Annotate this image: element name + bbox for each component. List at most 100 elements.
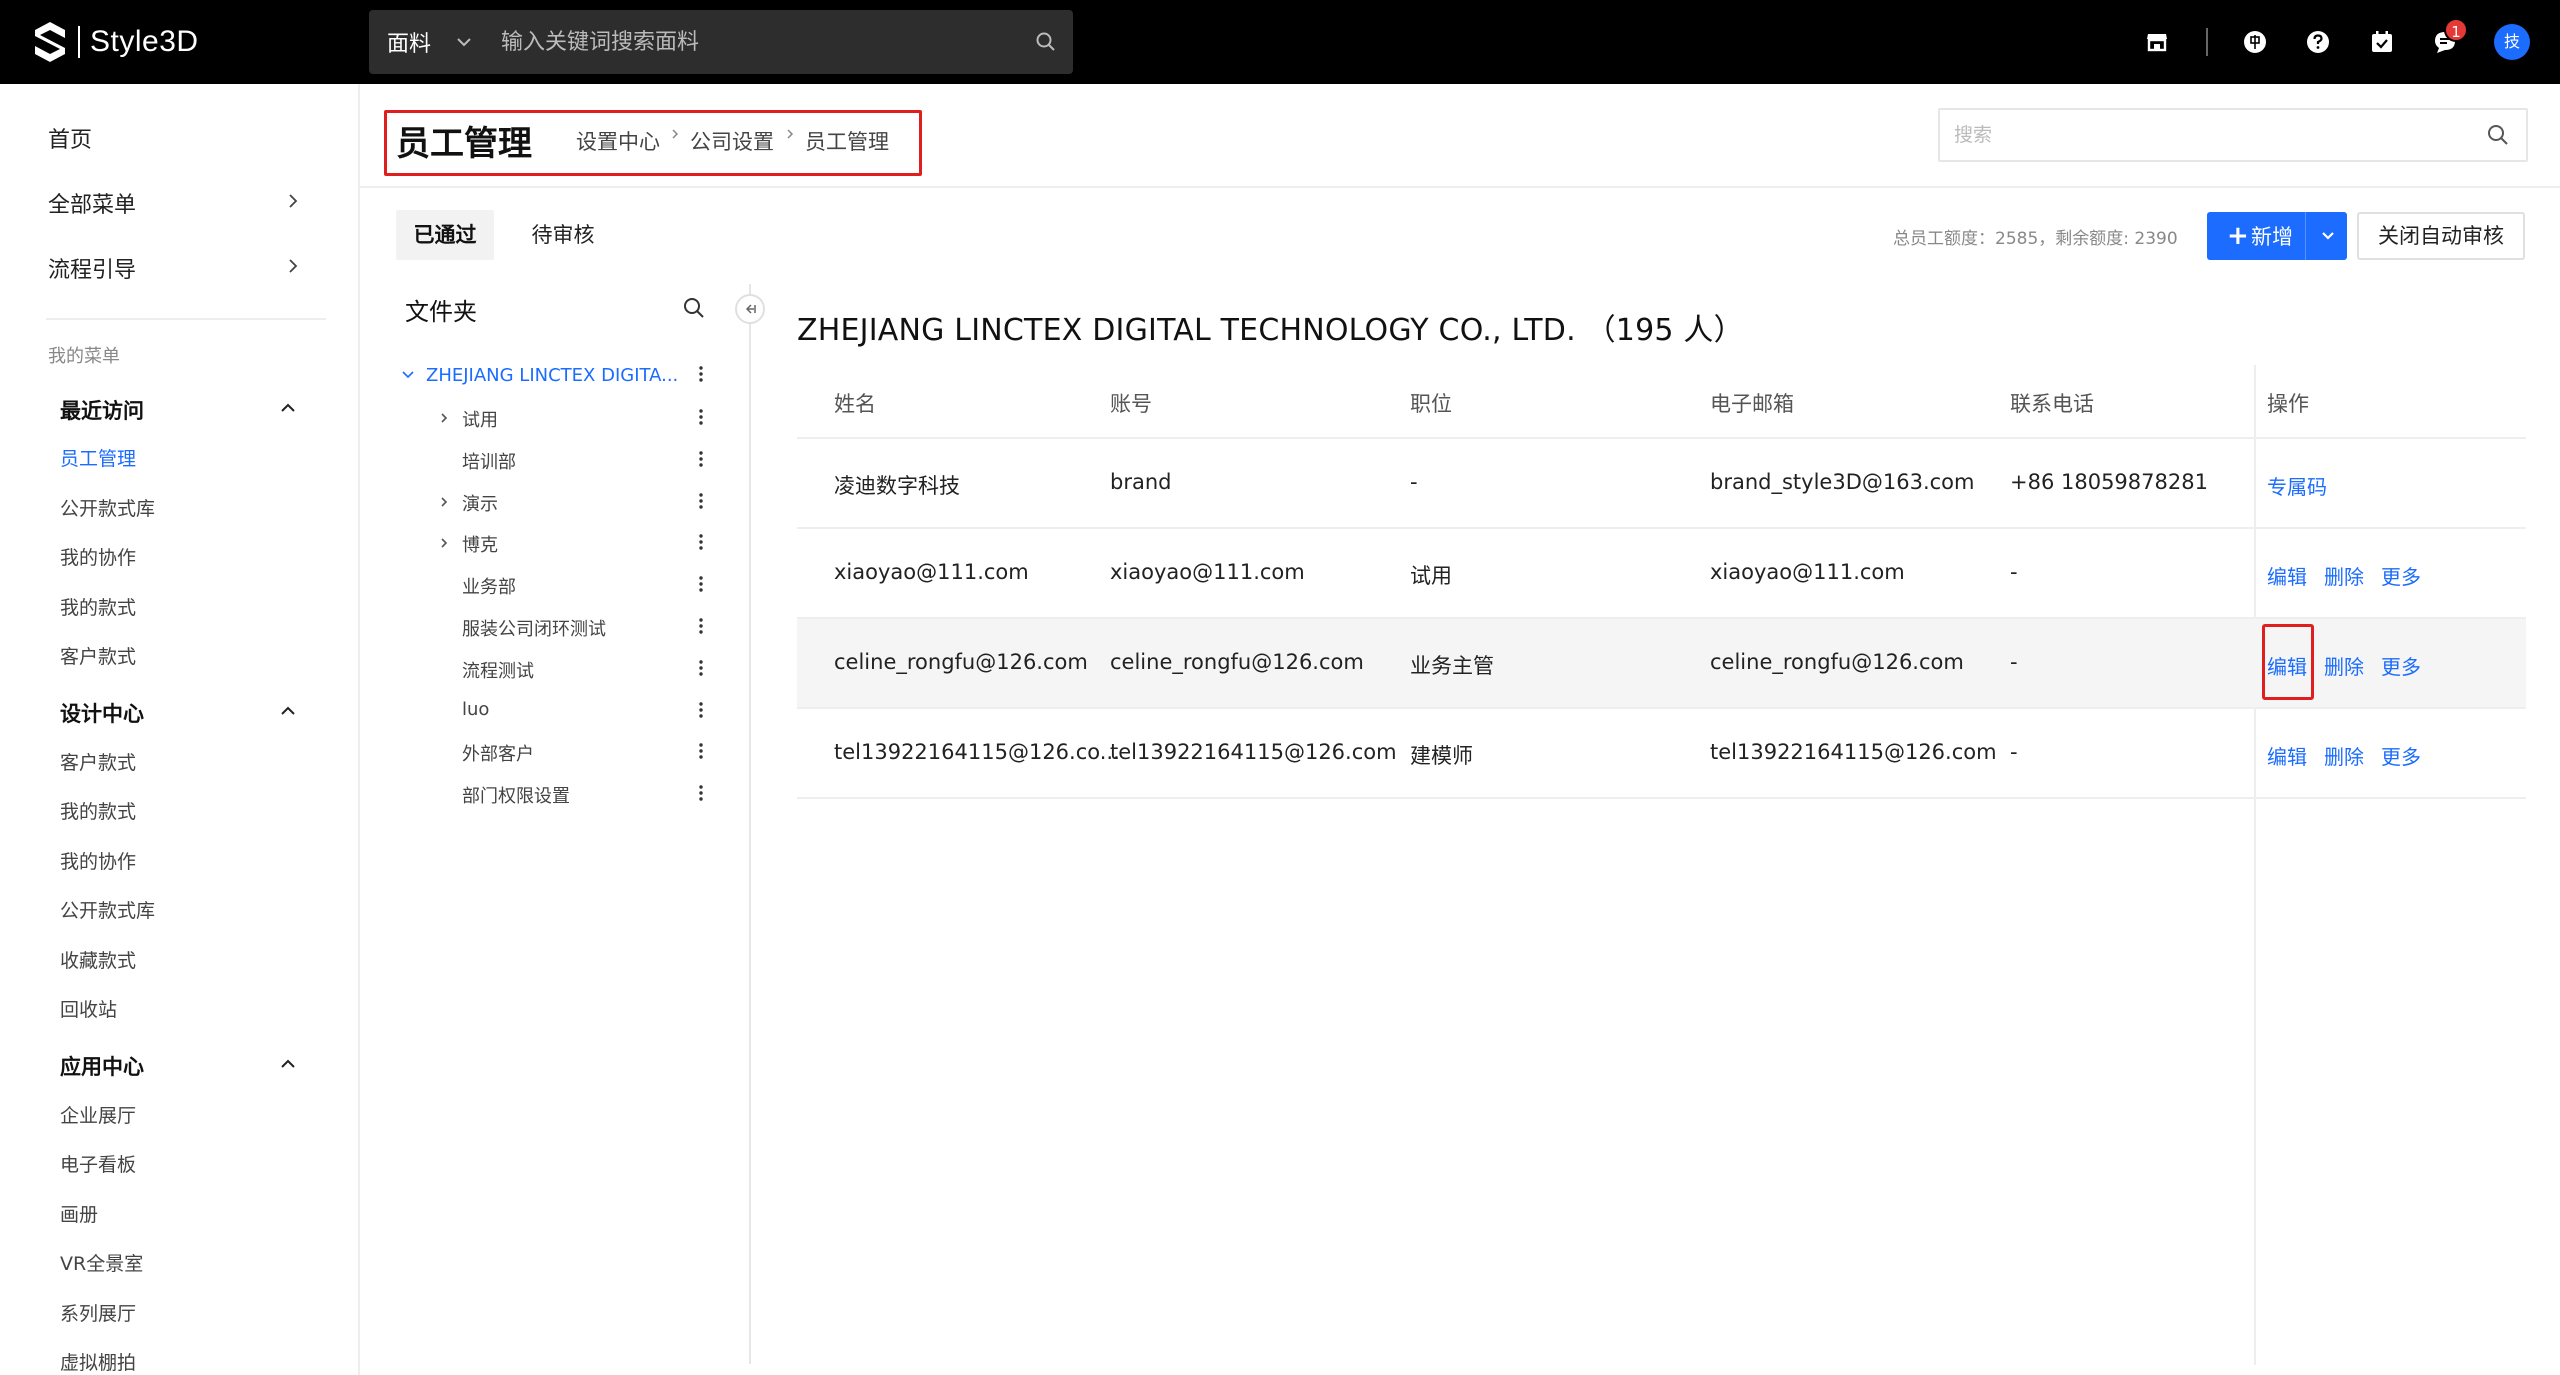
chevron-right-icon[interactable] [438, 537, 450, 549]
sidebar-item-my-styles[interactable]: 我的款式 [60, 593, 136, 620]
chevron-down-icon[interactable] [401, 368, 415, 382]
chevron-right-icon[interactable] [286, 194, 300, 208]
sidebar-group-recent[interactable]: 最近访问 [60, 395, 144, 425]
add-button[interactable]: + 新增 [2207, 212, 2347, 260]
page-search-input[interactable] [1940, 124, 2486, 146]
delete-link[interactable]: 删除 [2324, 651, 2364, 680]
breadcrumb-company-settings[interactable]: 公司设置 [690, 126, 774, 156]
sidebar-item-all-menu[interactable]: 全部菜单 [48, 187, 136, 219]
sidebar-item-client-styles[interactable]: 客户款式 [60, 748, 136, 775]
cell-email: xiaoyao@111.com [1710, 560, 1905, 584]
more-vertical-icon[interactable] [697, 532, 705, 552]
tree-item[interactable]: 培训部 [462, 448, 516, 474]
more-vertical-icon[interactable] [697, 700, 705, 720]
my-menu-label: 我的菜单 [48, 346, 120, 367]
chevron-right-icon[interactable] [438, 496, 450, 508]
sidebar-item-virtual-shoot[interactable]: 虚拟棚拍 [60, 1348, 136, 1375]
chevron-up-icon[interactable] [280, 703, 296, 719]
tab-pending[interactable]: 待审核 [514, 210, 612, 260]
sidebar-item-staff-management[interactable]: 员工管理 [60, 444, 136, 471]
more-vertical-icon[interactable] [697, 783, 705, 803]
breadcrumb-chevron-icon [672, 129, 679, 139]
tree-root-company[interactable]: ZHEJIANG LINCTEX DIGITA... [426, 365, 678, 386]
sidebar-item-my-collab[interactable]: 我的协作 [60, 847, 136, 874]
tree-item[interactable]: 试用 [462, 406, 498, 432]
sidebar-item-showroom[interactable]: 企业展厅 [60, 1101, 136, 1128]
avatar[interactable]: 技 [2494, 24, 2530, 60]
edit-link[interactable]: 编辑 [2267, 561, 2307, 590]
tree-item[interactable]: 部门权限设置 [462, 782, 570, 808]
sidebar-group-apps[interactable]: 应用中心 [60, 1051, 144, 1081]
cell-account: xiaoyao@111.com [1110, 560, 1305, 584]
language-icon[interactable] [2241, 28, 2269, 56]
global-search-input[interactable] [501, 29, 1035, 55]
search-icon[interactable] [682, 296, 706, 320]
sidebar-item-public-styles[interactable]: 公开款式库 [60, 896, 155, 923]
sidebar-item-flow-guide[interactable]: 流程引导 [48, 252, 136, 284]
app-name: Style3D [90, 25, 199, 58]
more-vertical-icon[interactable] [697, 574, 705, 594]
sidebar-item-recycle-bin[interactable]: 回收站 [60, 995, 117, 1022]
chevron-down-icon[interactable] [2320, 228, 2336, 244]
delete-link[interactable]: 删除 [2324, 741, 2364, 770]
edit-link[interactable]: 编辑 [2267, 741, 2307, 770]
sidebar-item-series-showroom[interactable]: 系列展厅 [60, 1299, 136, 1326]
sidebar-divider [46, 318, 326, 320]
delete-link[interactable]: 删除 [2324, 561, 2364, 590]
cell-phone: - [2010, 740, 2018, 764]
tree-item[interactable]: 服装公司闭环测试 [462, 615, 606, 641]
more-vertical-icon[interactable] [697, 741, 705, 761]
chevron-up-icon[interactable] [280, 400, 296, 416]
sidebar-group-design[interactable]: 设计中心 [60, 698, 144, 728]
cell-phone: - [2010, 560, 2018, 584]
global-search: 面料 [369, 10, 1073, 74]
collapse-panel-button[interactable] [735, 294, 765, 324]
tree-item[interactable]: 博克 [462, 531, 498, 557]
tree-item[interactable]: luo [462, 699, 489, 720]
chevron-right-icon[interactable] [438, 412, 450, 424]
more-vertical-icon[interactable] [697, 491, 705, 511]
chevron-down-icon[interactable] [455, 33, 473, 51]
chevron-right-icon[interactable] [286, 259, 300, 273]
logo[interactable]: Style3D [32, 20, 199, 64]
row-divider [797, 437, 2526, 439]
sidebar-item-album[interactable]: 画册 [60, 1200, 98, 1227]
exclusive-code-link[interactable]: 专属码 [2267, 471, 2327, 500]
search-icon[interactable] [1035, 31, 1057, 53]
tab-approved[interactable]: 已通过 [396, 210, 494, 260]
chevron-up-icon[interactable] [280, 1056, 296, 1072]
sidebar-item-client-styles[interactable]: 客户款式 [60, 642, 136, 669]
more-link[interactable]: 更多 [2381, 651, 2421, 680]
breadcrumb-current: 员工管理 [805, 130, 889, 154]
cell-account: brand [1110, 470, 1172, 494]
search-icon[interactable] [2486, 123, 2510, 147]
more-link[interactable]: 更多 [2381, 741, 2421, 770]
tree-item[interactable]: 流程测试 [462, 657, 534, 683]
store-icon[interactable] [2143, 28, 2171, 56]
tree-item[interactable]: 演示 [462, 490, 498, 516]
panel-divider[interactable] [749, 284, 751, 1364]
edit-highlight-box [2262, 624, 2314, 700]
tree-item[interactable]: 业务部 [462, 573, 516, 599]
more-vertical-icon[interactable] [697, 407, 705, 427]
more-vertical-icon[interactable] [697, 364, 705, 384]
sidebar-item-public-styles[interactable]: 公开款式库 [60, 494, 155, 521]
sidebar-item-my-styles[interactable]: 我的款式 [60, 797, 136, 824]
more-link[interactable]: 更多 [2381, 561, 2421, 590]
search-category-select[interactable]: 面料 [387, 26, 431, 58]
more-vertical-icon[interactable] [697, 616, 705, 636]
column-header-account: 账号 [1110, 392, 1152, 416]
sidebar-item-vr-room[interactable]: VR全景室 [60, 1249, 143, 1276]
more-vertical-icon[interactable] [697, 449, 705, 469]
sidebar-item-my-collab[interactable]: 我的协作 [60, 543, 136, 570]
sidebar-item-favorites[interactable]: 收藏款式 [60, 946, 136, 973]
help-icon[interactable] [2304, 28, 2332, 56]
sidebar-item-dashboard[interactable]: 电子看板 [60, 1150, 136, 1177]
tree-item[interactable]: 外部客户 [462, 740, 534, 766]
task-check-icon[interactable] [2368, 28, 2396, 56]
more-vertical-icon[interactable] [697, 658, 705, 678]
disable-auto-review-button[interactable]: 关闭自动审核 [2357, 212, 2525, 260]
logo-separator [78, 26, 80, 58]
sidebar-item-home[interactable]: 首页 [48, 122, 92, 154]
breadcrumb-settings-center[interactable]: 设置中心 [576, 126, 660, 156]
